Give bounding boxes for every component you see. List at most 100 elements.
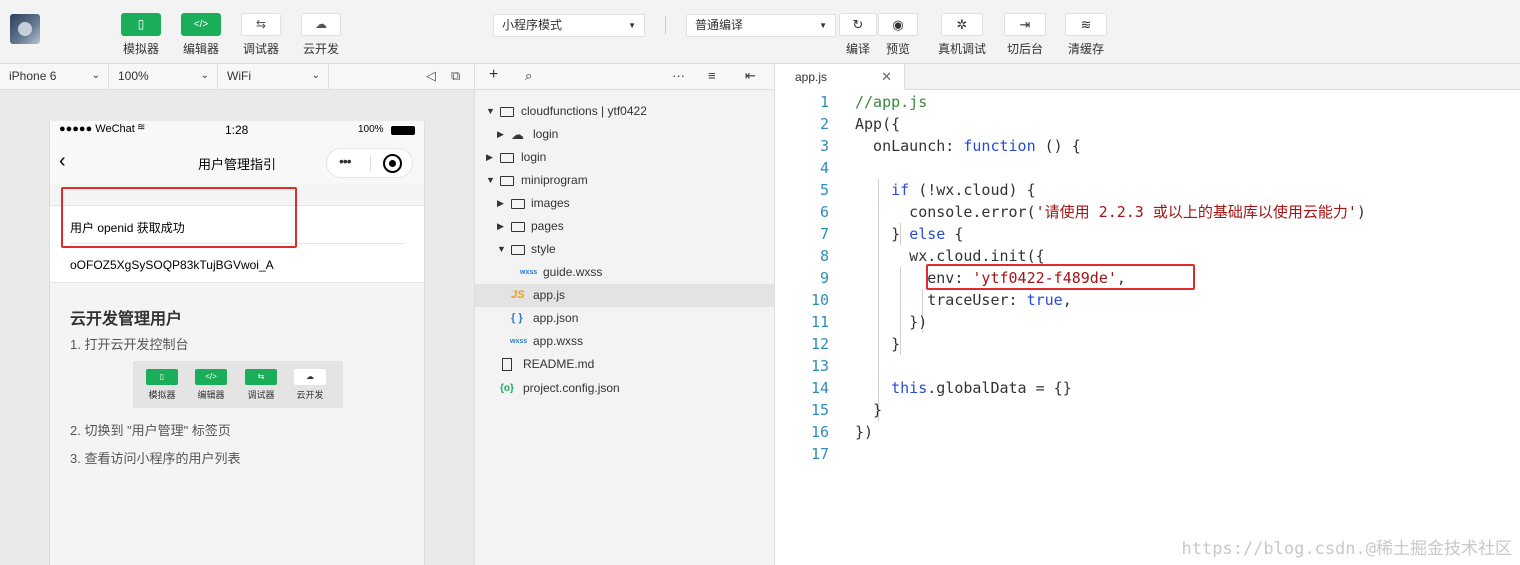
tree-item-label: login <box>521 150 547 164</box>
tree-item-login[interactable]: ▶ login <box>475 146 774 169</box>
line-number: 1 <box>819 93 829 111</box>
tree-item-images[interactable]: ▶ images <box>475 192 774 215</box>
collapse-panel-icon[interactable]: ⇤ <box>745 68 756 84</box>
caret-right-icon: ▶ <box>486 152 493 162</box>
code-text: traceUser: true, <box>855 291 1072 309</box>
indent-guide <box>878 355 879 377</box>
code-text: } <box>855 401 883 419</box>
code-text: }) <box>855 313 928 331</box>
tree-item-label: project.config.json <box>523 381 620 395</box>
simulator-label: 模拟器 <box>122 42 159 56</box>
refresh-icon: ↻ <box>839 13 877 36</box>
code-text: if (!wx.cloud) { <box>891 181 1036 199</box>
battery-percent: 100% <box>358 124 384 135</box>
wifi-icon: ≋ <box>137 122 146 133</box>
close-miniprogram-icon[interactable] <box>383 154 402 173</box>
tree-item-app-js[interactable]: JS app.js <box>475 284 774 307</box>
zoom-select[interactable]: 100% ⌄ <box>109 64 218 89</box>
guide-simulator-button: ▯ 模拟器 <box>145 369 179 401</box>
step-2-text: 2. 切换到 "用户管理" 标签页 <box>70 423 231 438</box>
line-number: 11 <box>810 313 829 331</box>
line-number: 10 <box>810 291 829 309</box>
code-editor[interactable]: 1 //app.js 2 App({3 onLaunch: function () {… <box>775 90 1520 565</box>
code-line: 14 this.globalData = {} <box>775 377 1520 399</box>
add-icon[interactable]: + <box>489 66 498 84</box>
config-file-icon: {o} <box>500 383 514 394</box>
remote-debug-button[interactable]: ✲ 真机调试 <box>937 13 987 57</box>
simulator-toggle-button[interactable]: ▯ 模拟器 <box>117 13 165 57</box>
mode-select[interactable]: 小程序模式 ▼ <box>493 14 645 37</box>
detach-window-icon[interactable]: ⧉ <box>451 68 460 84</box>
carrier-text: ●●●●● WeChat <box>59 123 135 135</box>
device-value: iPhone 6 <box>9 69 57 83</box>
debugger-label: 调试器 <box>242 42 279 56</box>
speaker-icon[interactable]: ◁ <box>426 68 436 84</box>
preview-button[interactable]: ◉ 预览 <box>878 13 918 57</box>
cloud-dev-button[interactable]: ☁ 云开发 <box>297 13 345 57</box>
explorer-toolbar: + ⌕ ··· ≡ ⇤ <box>475 64 775 90</box>
compile-mode-select[interactable]: 普通编译 ▼ <box>686 14 836 37</box>
main-toolbar: ▯ 模拟器 </> 编辑器 ⇆ 调试器 ☁ 云开发 小程序模式 ▼ 普通编译 ▼… <box>0 0 1520 64</box>
tree-item-pages[interactable]: ▶ pages <box>475 215 774 238</box>
editor-toggle-button[interactable]: </> 编辑器 <box>177 13 225 57</box>
network-select[interactable]: WiFi ⌄ <box>218 64 329 89</box>
tree-item-project-config[interactable]: {o} project.config.json <box>475 377 774 400</box>
preview-label: 预览 <box>885 42 910 56</box>
avatar[interactable] <box>10 14 40 44</box>
background-button[interactable]: ⇥ 切后台 <box>1003 13 1047 57</box>
phone-icon: ▯ <box>121 13 161 36</box>
tree-item-label: images <box>531 196 570 210</box>
tab-app-js[interactable]: app.js ✕ <box>775 64 905 90</box>
editor-tab-bar: app.js ✕ <box>775 64 1520 90</box>
remote-debug-label: 真机调试 <box>937 42 986 56</box>
device-select[interactable]: iPhone 6 ⌄ <box>0 64 109 89</box>
tree-item-label: guide.wxss <box>543 265 603 279</box>
tree-item-style[interactable]: ▼ style <box>475 238 774 261</box>
tree-item-label: app.js <box>533 288 566 302</box>
eye-icon: ◉ <box>878 13 918 36</box>
line-number: 5 <box>819 181 829 199</box>
code-text: console.error('请使用 2.2.3 或以上的基础库以使用云能力') <box>855 203 1366 221</box>
cloud-icon: ☁ <box>301 13 341 36</box>
tree-item-app-wxss[interactable]: wxss app.wxss <box>475 330 774 353</box>
layers-icon: ≋ <box>1065 13 1107 36</box>
editor-label: 编辑器 <box>182 42 219 56</box>
compile-label: 编译 <box>845 42 870 56</box>
code-text: this.globalData = {} <box>891 379 1072 397</box>
search-icon[interactable]: ⌕ <box>525 68 532 84</box>
code-icon: </> <box>195 369 227 385</box>
code-line: 1 //app.js <box>775 91 1520 113</box>
debugger-toggle-button[interactable]: ⇆ 调试器 <box>237 13 285 57</box>
line-number: 14 <box>810 379 829 397</box>
document-icon <box>502 353 512 380</box>
more-icon[interactable]: ··· <box>672 68 685 83</box>
line-number: 7 <box>819 225 829 243</box>
sort-icon[interactable]: ≡ <box>708 68 716 83</box>
close-icon[interactable]: ✕ <box>881 64 892 90</box>
compile-button[interactable]: ↻ 编译 <box>838 13 878 57</box>
caret-down-icon: ▼ <box>486 106 495 116</box>
tree-item-guide-wxss[interactable]: wxss guide.wxss <box>475 261 774 284</box>
code-line: 15 } <box>775 399 1520 421</box>
code-line: 17 <box>775 443 1520 465</box>
phone-icon: ▯ <box>146 369 178 385</box>
line-number: 17 <box>810 445 829 463</box>
tree-item-readme[interactable]: README.md <box>475 353 774 376</box>
more-dots-icon[interactable]: ••• <box>339 153 352 169</box>
code-line: 3 onLaunch: function () { <box>775 135 1520 157</box>
line-number: 9 <box>819 269 829 287</box>
tree-item-login-cloud[interactable]: ▶ ☁ login <box>475 123 774 146</box>
line-number: 16 <box>810 423 829 441</box>
clear-cache-button[interactable]: ≋ 清缓存 <box>1064 13 1108 57</box>
line-number: 8 <box>819 247 829 265</box>
switch-background-icon: ⇥ <box>1004 13 1046 36</box>
chevron-down-icon: ⌄ <box>200 70 209 81</box>
code-text: //app.js <box>855 93 928 111</box>
line-number: 13 <box>810 357 829 375</box>
code-line: 10 traceUser: true, <box>775 289 1520 311</box>
clear-cache-label: 清缓存 <box>1067 42 1104 56</box>
tree-item-miniprogram[interactable]: ▼ miniprogram <box>475 169 774 192</box>
tree-item-cloudfunctions[interactable]: ▼ cloudfunctions | ytf0422 <box>475 100 774 123</box>
bug-icon: ✲ <box>941 13 983 36</box>
tree-item-app-json[interactable]: { } app.json <box>475 307 774 330</box>
